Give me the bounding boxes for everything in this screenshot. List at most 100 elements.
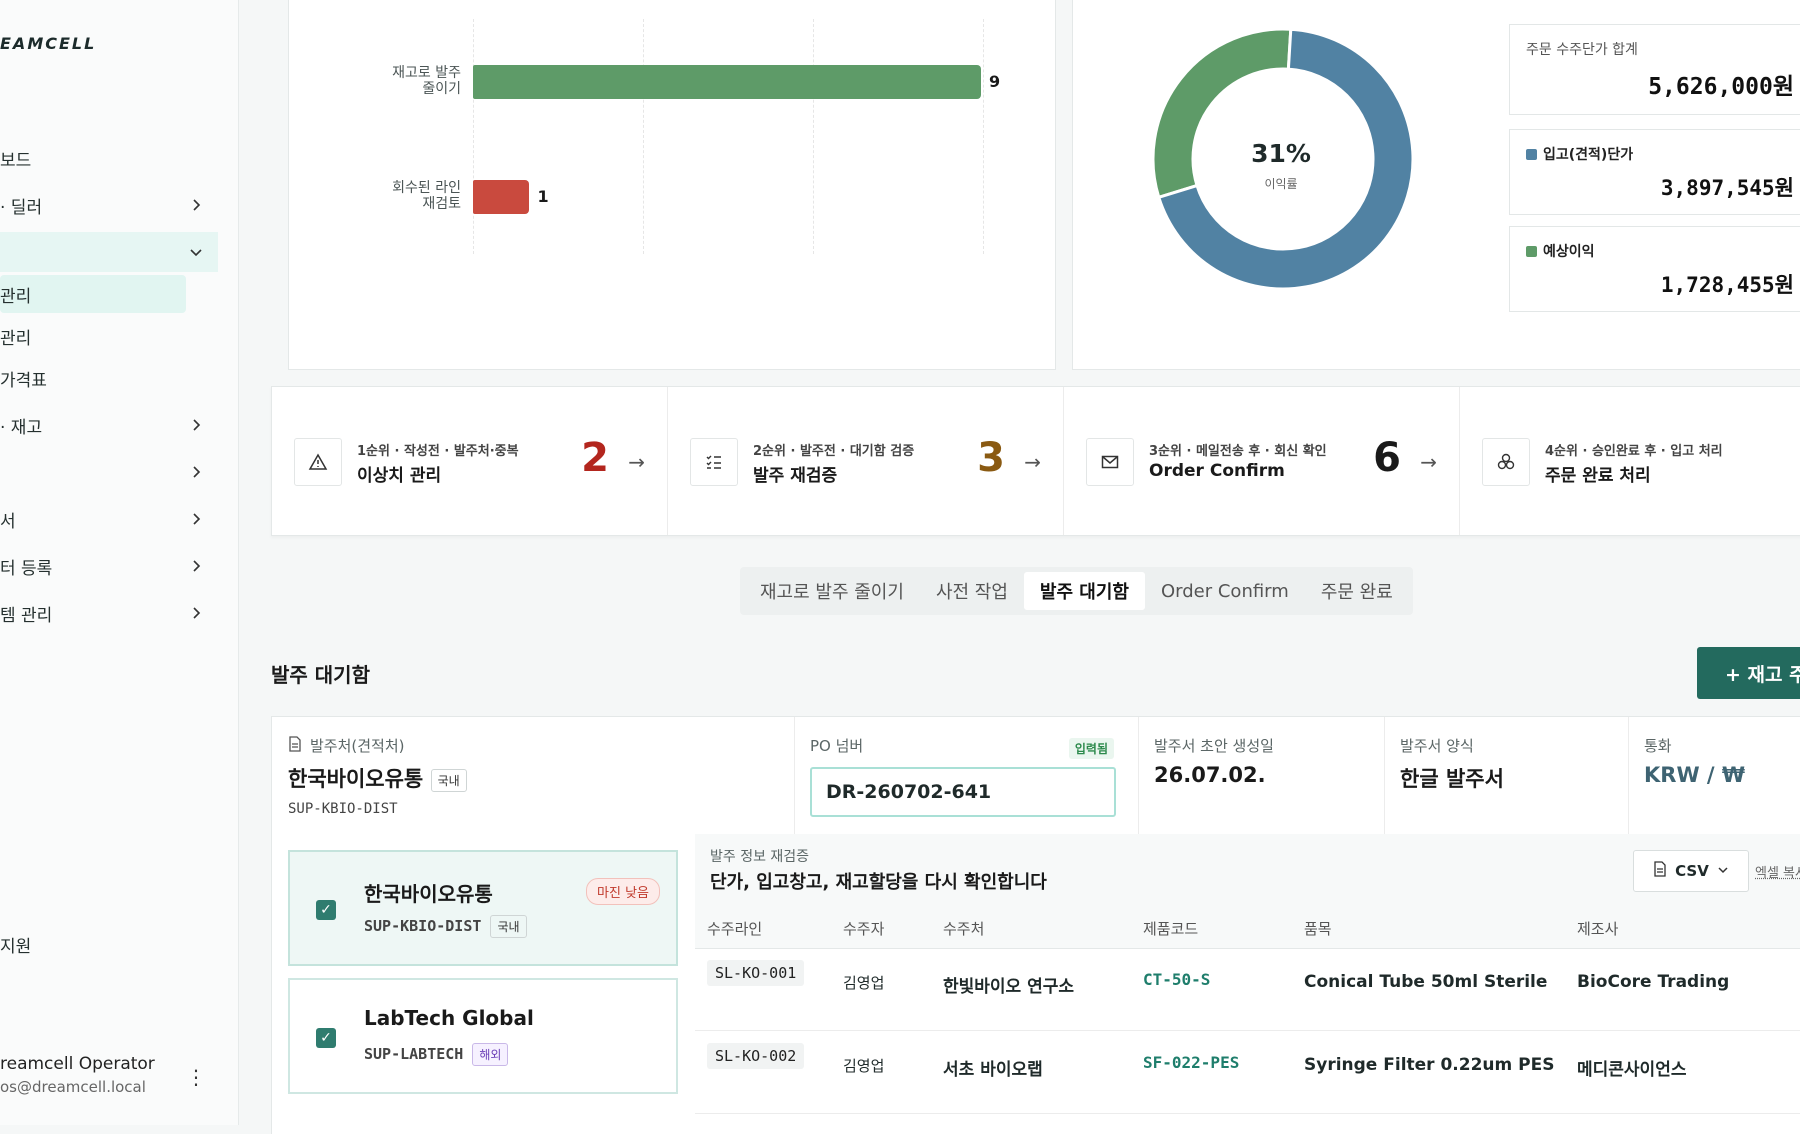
cell-maker: BioCore Trading (1577, 972, 1730, 992)
sidebar-item[interactable]: 템 관리 (0, 593, 218, 633)
table-row[interactable]: SL-KO-002 김영업 서초 바이오랩 SF-022-PES Syringe Fil… (695, 1031, 1800, 1114)
priority-title: 주문 완료 처리 (1545, 466, 1651, 486)
stat-title-text: 예상이익 (1543, 244, 1595, 260)
chevron-right-icon (188, 511, 204, 527)
tab[interactable]: 주문 완료 (1305, 572, 1409, 610)
bar-category-label-line: 재검토 (422, 196, 461, 212)
region-badge: 해외 (472, 1043, 509, 1066)
stat-card: 입고(견적)단가 3,897,545원 (1509, 129, 1800, 215)
priority-card[interactable]: 1순위 · 작성전 · 발주처·중복 이상치 관리 2 → (272, 387, 668, 535)
column-header[interactable]: 제품코드 (1143, 918, 1198, 939)
region-badge: 국내 (490, 915, 527, 938)
stat-title-text: 입고(견적)단가 (1543, 147, 1634, 163)
bar-category-label-line: 재고로 발주 (392, 65, 461, 81)
supplier-checkbox[interactable]: ✓ (316, 1028, 336, 1048)
priority-title: Order Confirm (1149, 461, 1285, 481)
priority-card[interactable]: 4순위 · 승인완료 후 · 입고 처리주문 완료 처리1 (1460, 387, 1800, 535)
supplier-card[interactable]: ✓ 한국바이오유통 SUP-KBIO-DIST 국내 마진 낮음 (288, 850, 678, 966)
user-email: os@dreamcell.local (0, 1078, 146, 1096)
cell-code[interactable]: CT-50-S (1143, 970, 1210, 989)
document-icon (288, 735, 302, 756)
priority-card[interactable]: 2순위 · 발주전 · 대기함 검증 발주 재검증 3 → (668, 387, 1064, 535)
tab[interactable]: 발주 대기함 (1023, 572, 1145, 610)
user-menu-icon[interactable]: ⋮ (186, 1065, 206, 1089)
column-header[interactable]: 품목 (1304, 918, 1332, 939)
stat-card: 주문 수주단가 합계 5,626,000원 (1509, 24, 1800, 115)
draft-date-value: 26.07.02. (1154, 763, 1266, 787)
supplier-card[interactable]: ✓ LabTech Global SUP-LABTECH 해외 (288, 978, 678, 1094)
sidebar-item[interactable]: · 딜러 (0, 185, 218, 225)
csv-export-button[interactable]: CSV (1633, 850, 1749, 892)
column-header[interactable]: 제조사 (1577, 918, 1618, 939)
priority-title: 발주 재검증 (753, 466, 838, 486)
bar[interactable] (473, 65, 981, 99)
sidebar-item[interactable]: 관리 (0, 275, 186, 313)
grid-line (813, 19, 814, 254)
bar-value-label: 1 (537, 187, 549, 206)
sidebar-item[interactable]: 가격표 (0, 359, 186, 397)
donut-chart-panel: 31% 이익률 주문 수주단가 합계 5,626,000원 입고(견적)단가 3,89… (1072, 0, 1800, 370)
sidebar-item[interactable]: 보드 (0, 138, 218, 178)
chevron-down-icon (1717, 862, 1729, 880)
donut-segment[interactable] (1151, 27, 1293, 200)
sidebar-item[interactable] (0, 452, 218, 492)
cell-client: 한빛바이오 연구소 (943, 977, 1075, 997)
stat-card: 예상이익 1,728,455원 (1509, 226, 1800, 312)
cell-item: Conical Tube 50ml Sterile (1304, 972, 1548, 992)
tab[interactable]: Order Confirm (1145, 572, 1305, 610)
cell-owner: 김영업 (843, 1057, 885, 1075)
column-header[interactable]: 수주자 (843, 918, 884, 939)
tab[interactable]: 재고로 발주 줄이기 (744, 572, 920, 610)
recheck-title: 단가, 입고창고, 재고할당을 다시 확인합니다 (710, 872, 1047, 893)
supplier-name: LabTech Global (364, 1006, 534, 1030)
legend-swatch (1526, 245, 1537, 257)
sidebar-item-label: 지원 (0, 936, 32, 957)
po-number-input[interactable]: DR-260702-641 (810, 767, 1116, 817)
bar-category-label: 회수된 라인 재검토 (341, 180, 461, 212)
sidebar-item[interactable]: 서 (0, 499, 218, 539)
priority-card[interactable]: 3순위 · 메일전송 후 · 회신 확인 Order Confirm 6 → (1064, 387, 1460, 535)
sidebar-item[interactable]: · 재고 (0, 405, 218, 445)
priority-strip: 1순위 · 작성전 · 발주처·중복 이상치 관리 2 → 2순위 · 발주전 · 대기… (271, 386, 1800, 536)
po-number-cell: PO 넘버 입력됨 DR-260702-641 (794, 717, 1139, 835)
sidebar-item[interactable]: 지원 (0, 924, 218, 964)
priority-count: 2 (581, 435, 609, 481)
draft-date-cell: 발주서 초안 생성일 26.07.02. (1138, 717, 1385, 835)
sidebar-item-label: 터 등록 (0, 558, 53, 579)
section-title: 발주 대기함 (271, 663, 370, 687)
recheck-subtitle: 발주 정보 재검증 (710, 849, 810, 865)
sidebar-item[interactable]: 관리 (0, 317, 186, 355)
order-line-chip: SL-KO-002 (707, 1043, 805, 1069)
grid-line (473, 19, 474, 254)
draft-date-label: 발주서 초안 생성일 (1154, 737, 1274, 755)
supplier-name: 한국바이오유통 (364, 882, 493, 906)
tab[interactable]: 사전 작업 (920, 572, 1024, 610)
chevron-right-icon (188, 464, 204, 480)
chevron-right-icon (188, 197, 204, 213)
bar[interactable] (473, 180, 530, 214)
margin-low-badge: 마진 낮음 (586, 878, 660, 905)
column-header[interactable]: 수주처 (943, 918, 984, 939)
bar-category-label: 재고로 발주 줄이기 (341, 65, 461, 97)
sidebar-item-label: 가격표 (0, 370, 47, 391)
cell-maker: 메디콘사이언스 (1577, 1060, 1687, 1080)
sidebar-item-label: 관리 (0, 286, 32, 307)
currency-cell: 통화 KRW / ₩ (1628, 717, 1800, 835)
cell-code[interactable]: SF-022-PES (1143, 1053, 1239, 1072)
column-header[interactable]: 수주라인 (707, 918, 762, 939)
add-stock-order-button[interactable]: + 재고 주 (1697, 647, 1800, 699)
sidebar-item-label: 서 (0, 511, 16, 532)
stat-title: 입고(견적)단가 (1526, 144, 1633, 164)
supplier-checkbox[interactable]: ✓ (316, 900, 336, 920)
legend-swatch (1526, 148, 1537, 160)
brand-logo: EAMCELL (0, 34, 97, 53)
sidebar-item[interactable] (0, 232, 218, 272)
arrow-right-icon: → (628, 450, 645, 474)
chevron-right-icon (188, 605, 204, 621)
sidebar-item-label: · 재고 (0, 417, 43, 438)
table-row[interactable]: SL-KO-001 김영업 한빛바이오 연구소 CT-50-S Conical Tube… (695, 948, 1800, 1031)
chevron-right-icon (188, 417, 204, 433)
excel-copy-link[interactable]: 엑셀 복사 (1755, 862, 1800, 881)
sidebar-item[interactable]: 터 등록 (0, 546, 218, 586)
po-format-value[interactable]: 한글 발주서 (1400, 763, 1504, 793)
